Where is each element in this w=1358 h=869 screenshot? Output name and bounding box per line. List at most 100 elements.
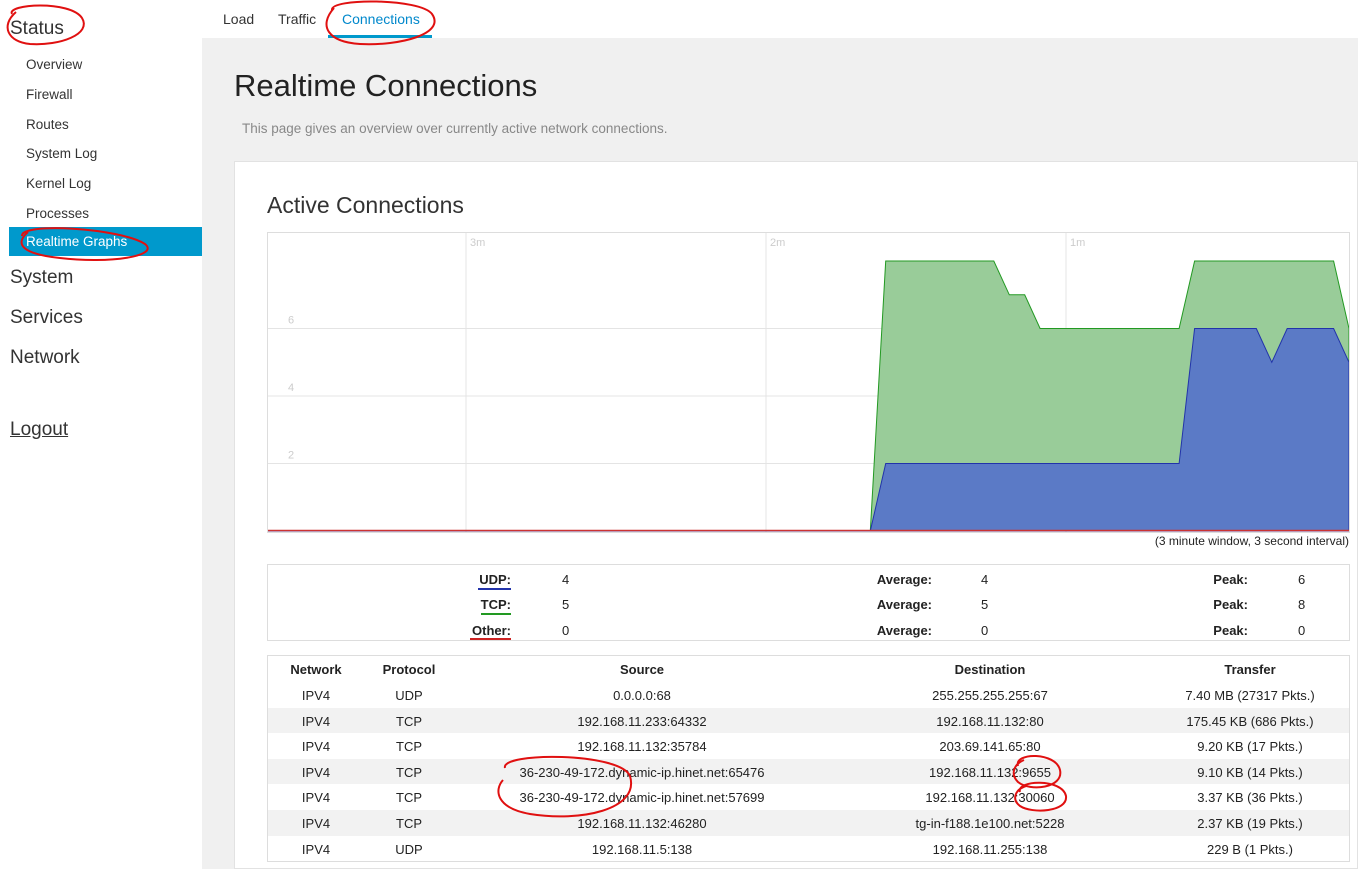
tab-connections[interactable]: Connections	[342, 11, 420, 27]
legend-average-udp: 4	[981, 572, 989, 587]
y-tick-label: 2	[288, 450, 294, 462]
header-destination: Destination	[954, 662, 1026, 677]
table-body: IPV4 UDP 0.0.0.0:68 255.255.255.255:67 7.40 …	[268, 682, 1349, 861]
nav-network[interactable]: Network	[10, 347, 80, 369]
cell-transfer: 9.10 KB (14 Pkts.)	[1197, 764, 1303, 780]
cell-network: IPV4	[301, 841, 331, 857]
cell-protocol: UDP	[395, 688, 423, 703]
legend-underline-udp	[478, 588, 511, 590]
legend-current-tcp: 5	[562, 597, 570, 612]
cell-transfer: 2.37 KB (19 Pkts.)	[1197, 815, 1303, 831]
legend-label-other: Other:	[472, 623, 511, 638]
cell-source: 192.168.11.5:138	[591, 841, 693, 857]
nav-realtime-graphs-label: Realtime Graphs	[26, 234, 128, 249]
legend-label-udp: UDP:	[479, 572, 511, 587]
header-network: Network	[290, 662, 342, 677]
x-tick-label: 3m	[470, 237, 485, 249]
y-tick-label: 6	[288, 315, 294, 327]
nav-status[interactable]: Status	[10, 18, 64, 40]
cell-source: 36-230-49-172.dynamic-ip.hinet.net:57699	[519, 790, 765, 806]
cell-protocol: TCP	[396, 764, 422, 780]
nav-routes[interactable]: Routes	[26, 117, 69, 132]
cell-transfer: 7.40 MB (27317 Pkts.)	[1185, 688, 1315, 703]
cell-protocol: UDP	[395, 841, 423, 857]
cell-source: 36-230-49-172.dynamic-ip.hinet.net:65476	[519, 764, 765, 780]
page-title: Realtime Connections	[234, 68, 538, 103]
nav-kernel-log[interactable]: Kernel Log	[26, 176, 91, 191]
x-tick-label: 1m	[1070, 237, 1085, 249]
legend-average-other: 0	[981, 623, 989, 638]
legend-peak-label: Peak:	[1213, 623, 1248, 638]
legend-average-tcp: 5	[981, 597, 989, 612]
legend-label-tcp: TCP:	[480, 597, 511, 612]
cell-network: IPV4	[301, 688, 331, 703]
cell-source: 192.168.11.233:64332	[577, 713, 707, 729]
legend-average-label: Average:	[876, 572, 932, 587]
connections-chart: 3m 2m 1m 6 4 2	[268, 233, 1349, 532]
legend-underline-other	[470, 638, 511, 640]
logout-link[interactable]: Logout	[10, 419, 68, 441]
x-tick-label: 2m	[770, 237, 785, 249]
table-row: IPV4 TCP 192.168.11.233:64332 192.168.11.13…	[268, 707, 1349, 734]
cell-transfer: 229 B (1 Pkts.)	[1207, 841, 1293, 857]
cell-source: 192.168.11.132:35784	[577, 739, 707, 755]
legend-peak-label: Peak:	[1213, 572, 1248, 587]
cell-protocol: TCP	[396, 790, 422, 806]
cell-destination: 192.168.11.255:138	[932, 841, 1048, 857]
legend-table: UDP: 4 Average: 4 Peak: 6 TCP: 5 Average…	[267, 564, 1350, 641]
nav-services[interactable]: Services	[10, 307, 83, 329]
legend-underline-tcp	[481, 613, 511, 615]
cell-source: 192.168.11.132:46280	[577, 815, 707, 831]
cell-protocol: TCP	[396, 713, 422, 729]
tab-bar: Load Traffic Connections	[202, 0, 1358, 38]
cell-protocol: TCP	[396, 739, 422, 755]
legend-current-other: 0	[562, 623, 570, 638]
nav-overview[interactable]: Overview	[26, 57, 82, 72]
cell-protocol: TCP	[396, 815, 422, 831]
nav-processes[interactable]: Processes	[26, 206, 89, 221]
cell-network: IPV4	[301, 764, 331, 780]
cell-destination: tg-in-f188.1e100.net:5228	[915, 815, 1065, 831]
cell-destination: 192.168.11.132:9655	[929, 764, 1051, 780]
table-row: IPV4 UDP 0.0.0.0:68 255.255.255.255:67 7.40 …	[268, 682, 1349, 708]
main-content: Realtime Connections This page gives an …	[202, 38, 1358, 869]
header-source: Source	[619, 662, 665, 677]
section-title: Active Connections	[267, 192, 464, 218]
cell-transfer: 3.37 KB (36 Pkts.)	[1197, 790, 1303, 806]
legend-peak-label: Peak:	[1213, 597, 1248, 612]
cell-destination: 255.255.255.255:67	[932, 688, 1048, 703]
connections-graph: 3m 2m 1m 6 4 2	[267, 232, 1350, 533]
sidebar: Status Overview Firewall Routes System L…	[0, 0, 202, 869]
table-header-row: Network Protocol Source Destination Tran…	[268, 656, 1349, 682]
cell-network: IPV4	[301, 739, 331, 755]
cell-network: IPV4	[301, 713, 331, 729]
page-description: This page gives an overview over current…	[242, 121, 668, 136]
graph-caption: (3 minute window, 3 second interval)	[1154, 534, 1349, 548]
cell-network: IPV4	[301, 790, 331, 806]
connections-card: Active Connections 3m 2m 1m 6 4 2 (3 minute w…	[234, 161, 1358, 869]
cell-transfer: 175.45 KB (686 Pkts.)	[1186, 713, 1314, 729]
table-row: IPV4 TCP 192.168.11.132:46280 tg-in-f188.1e…	[268, 809, 1349, 836]
legend-peak-tcp: 8	[1298, 597, 1306, 612]
legend-peak-udp: 6	[1298, 572, 1306, 587]
cell-source: 0.0.0.0:68	[613, 688, 671, 703]
header-protocol: Protocol	[382, 662, 436, 677]
table-row: IPV4 UDP 192.168.11.5:138 192.168.11.255:13…	[268, 836, 1349, 862]
nav-system[interactable]: System	[10, 267, 73, 289]
cell-destination: 192.168.11.132:80	[936, 713, 1044, 729]
legend-peak-other: 0	[1298, 623, 1306, 638]
table-row: IPV4 TCP 36-230-49-172.dynamic-ip.hinet.ne…	[268, 758, 1349, 785]
header-transfer: Transfer	[1224, 662, 1276, 677]
nav-realtime-graphs[interactable]: Realtime Graphs	[9, 227, 202, 256]
nav-system-log[interactable]: System Log	[26, 146, 97, 161]
tab-load[interactable]: Load	[223, 11, 254, 27]
tab-traffic[interactable]: Traffic	[278, 11, 316, 27]
cell-network: IPV4	[301, 815, 331, 831]
legend-current-udp: 4	[562, 572, 570, 587]
cell-destination: 203.69.141.65:80	[939, 739, 1041, 755]
table-row: IPV4 TCP 192.168.11.132:35784 203.69.141.65…	[268, 733, 1349, 759]
nav-firewall[interactable]: Firewall	[26, 87, 73, 102]
cell-destination: 192.168.11.132:30060	[925, 790, 1055, 806]
y-tick-label: 4	[288, 382, 294, 394]
legend-average-label: Average:	[876, 623, 932, 638]
